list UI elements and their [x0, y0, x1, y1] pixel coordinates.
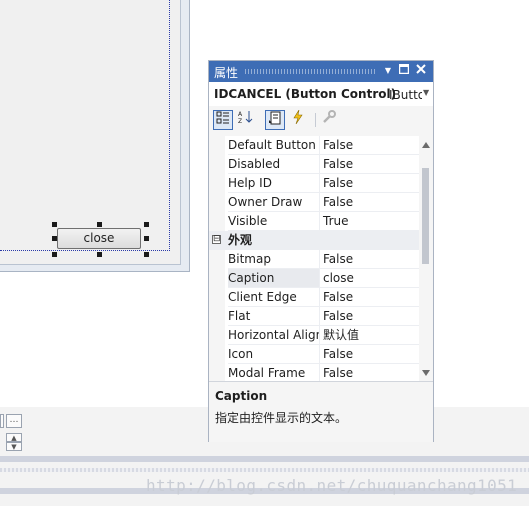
collapse-icon[interactable]: ⊟ — [212, 235, 221, 244]
properties-pane: 属性 ▼ IDCANCEL (Button Control) IButton ▼… — [208, 60, 434, 442]
dialog-margin-guide — [0, 0, 170, 251]
dialog-surface[interactable]: close — [0, 0, 181, 265]
property-row[interactable]: Flat False — [209, 307, 420, 326]
property-name: Icon — [228, 345, 319, 364]
selection-handle-top-middle[interactable] — [97, 222, 102, 227]
property-row[interactable]: Bitmap False — [209, 250, 420, 269]
scroll-down-arrow-icon[interactable] — [422, 370, 430, 376]
wrench-icon — [319, 110, 339, 130]
description-title: Caption — [215, 389, 268, 403]
selection-handle-middle-left[interactable] — [52, 236, 57, 241]
properties-titlebar[interactable]: 属性 ▼ — [209, 61, 433, 82]
pin-dropdown-icon[interactable]: ▼ — [380, 63, 396, 79]
row-gutter — [209, 250, 225, 269]
property-value[interactable]: False — [319, 136, 420, 155]
svg-text:Z: Z — [238, 118, 242, 124]
toolbar-separator — [315, 113, 316, 127]
property-row[interactable]: Help ID False — [209, 174, 420, 193]
property-name: Horizontal Alignment — [228, 326, 319, 345]
dialog-designer-frame: close — [0, 0, 190, 272]
selection-handle-middle-right[interactable] — [144, 236, 149, 241]
categorized-icon[interactable] — [213, 110, 233, 130]
property-row-selected[interactable]: Caption close — [209, 269, 420, 288]
property-row[interactable]: Client Edge False — [209, 288, 420, 307]
property-value[interactable]: False — [319, 307, 420, 326]
property-value[interactable]: 默认值 — [319, 326, 420, 345]
property-grid: Default Button False Disabled False Help… — [209, 136, 433, 381]
vertical-scrollbar[interactable] — [419, 136, 433, 381]
selection-handle-top-right[interactable] — [144, 222, 149, 227]
property-name: Disabled — [228, 155, 319, 174]
divider — [0, 456, 529, 462]
selection-handle-bottom-middle[interactable] — [97, 252, 102, 257]
property-value[interactable]: False — [319, 174, 420, 193]
property-row[interactable]: Disabled False — [209, 155, 420, 174]
properties-title: 属性 — [214, 66, 239, 80]
close-button[interactable]: close — [57, 228, 141, 249]
row-gutter — [209, 212, 225, 231]
selection-handle-bottom-left[interactable] — [52, 252, 57, 257]
svg-text:A: A — [238, 111, 243, 118]
row-gutter — [209, 155, 225, 174]
events-lightning-icon[interactable] — [288, 109, 308, 130]
row-gutter — [209, 288, 225, 307]
property-value[interactable]: True — [319, 212, 420, 231]
property-value[interactable]: close — [319, 269, 420, 288]
scroll-up-arrow-icon[interactable] — [422, 142, 430, 148]
property-value[interactable]: False — [319, 250, 420, 269]
row-gutter — [209, 269, 225, 288]
property-name: Modal Frame — [228, 364, 319, 381]
spin-up-button[interactable]: ▲ — [6, 433, 22, 442]
row-gutter — [209, 174, 225, 193]
maximize-icon[interactable] — [396, 63, 412, 79]
row-gutter — [209, 345, 225, 364]
property-value[interactable]: False — [319, 345, 420, 364]
alphabetical-sort-icon[interactable]: AZ — [236, 110, 256, 130]
left-edge-button[interactable] — [0, 414, 4, 428]
properties-page-icon[interactable] — [265, 110, 285, 130]
description-panel: Caption 指定由控件显示的文本。 — [209, 381, 433, 442]
close-icon[interactable] — [413, 63, 429, 79]
selection-handle-bottom-right[interactable] — [144, 252, 149, 257]
row-gutter — [209, 136, 225, 155]
properties-toolbar: AZ — [209, 106, 433, 134]
property-row[interactable]: Visible True — [209, 212, 420, 231]
chevron-down-icon[interactable]: ▼ — [423, 88, 429, 97]
property-name: Bitmap — [228, 250, 319, 269]
ellipsis-button[interactable]: … — [6, 414, 22, 428]
property-value[interactable]: False — [319, 288, 420, 307]
category-label: 外观 — [228, 233, 253, 247]
property-row[interactable]: Horizontal Alignment 默认值 — [209, 326, 420, 345]
object-selector[interactable]: IDCANCEL (Button Control) IButton ▼ — [209, 82, 433, 107]
category-appearance[interactable]: ⊟ 外观 — [209, 231, 419, 250]
object-type: IButton — [389, 88, 422, 102]
divider — [0, 468, 529, 472]
object-name: IDCANCEL (Button Control) — [214, 87, 397, 101]
property-value[interactable]: False — [319, 364, 420, 381]
selection-handle-top-left[interactable] — [52, 222, 57, 227]
property-value[interactable]: False — [319, 193, 420, 212]
property-value[interactable]: False — [319, 155, 420, 174]
property-name: Flat — [228, 307, 319, 326]
property-name: Client Edge — [228, 288, 319, 307]
property-name: Default Button — [228, 136, 319, 155]
row-gutter — [209, 326, 225, 345]
property-name: Visible — [228, 212, 319, 231]
property-name: Owner Draw — [228, 193, 319, 212]
description-text: 指定由控件显示的文本。 — [215, 411, 348, 425]
property-row[interactable]: Default Button False — [209, 136, 420, 155]
property-row[interactable]: Owner Draw False — [209, 193, 420, 212]
property-row[interactable]: Modal Frame False — [209, 364, 419, 381]
watermark-text: http://blog.csdn.net/chuquanchang1051 — [146, 476, 518, 495]
scrollbar-thumb[interactable] — [422, 168, 429, 264]
row-gutter — [209, 193, 225, 212]
property-row[interactable]: Icon False — [209, 345, 420, 364]
spin-down-button[interactable]: ▼ — [6, 442, 22, 451]
property-name: Caption — [228, 269, 319, 288]
row-gutter — [209, 307, 225, 326]
titlebar-grip — [245, 69, 375, 74]
property-name: Help ID — [228, 174, 319, 193]
row-gutter — [209, 364, 225, 381]
